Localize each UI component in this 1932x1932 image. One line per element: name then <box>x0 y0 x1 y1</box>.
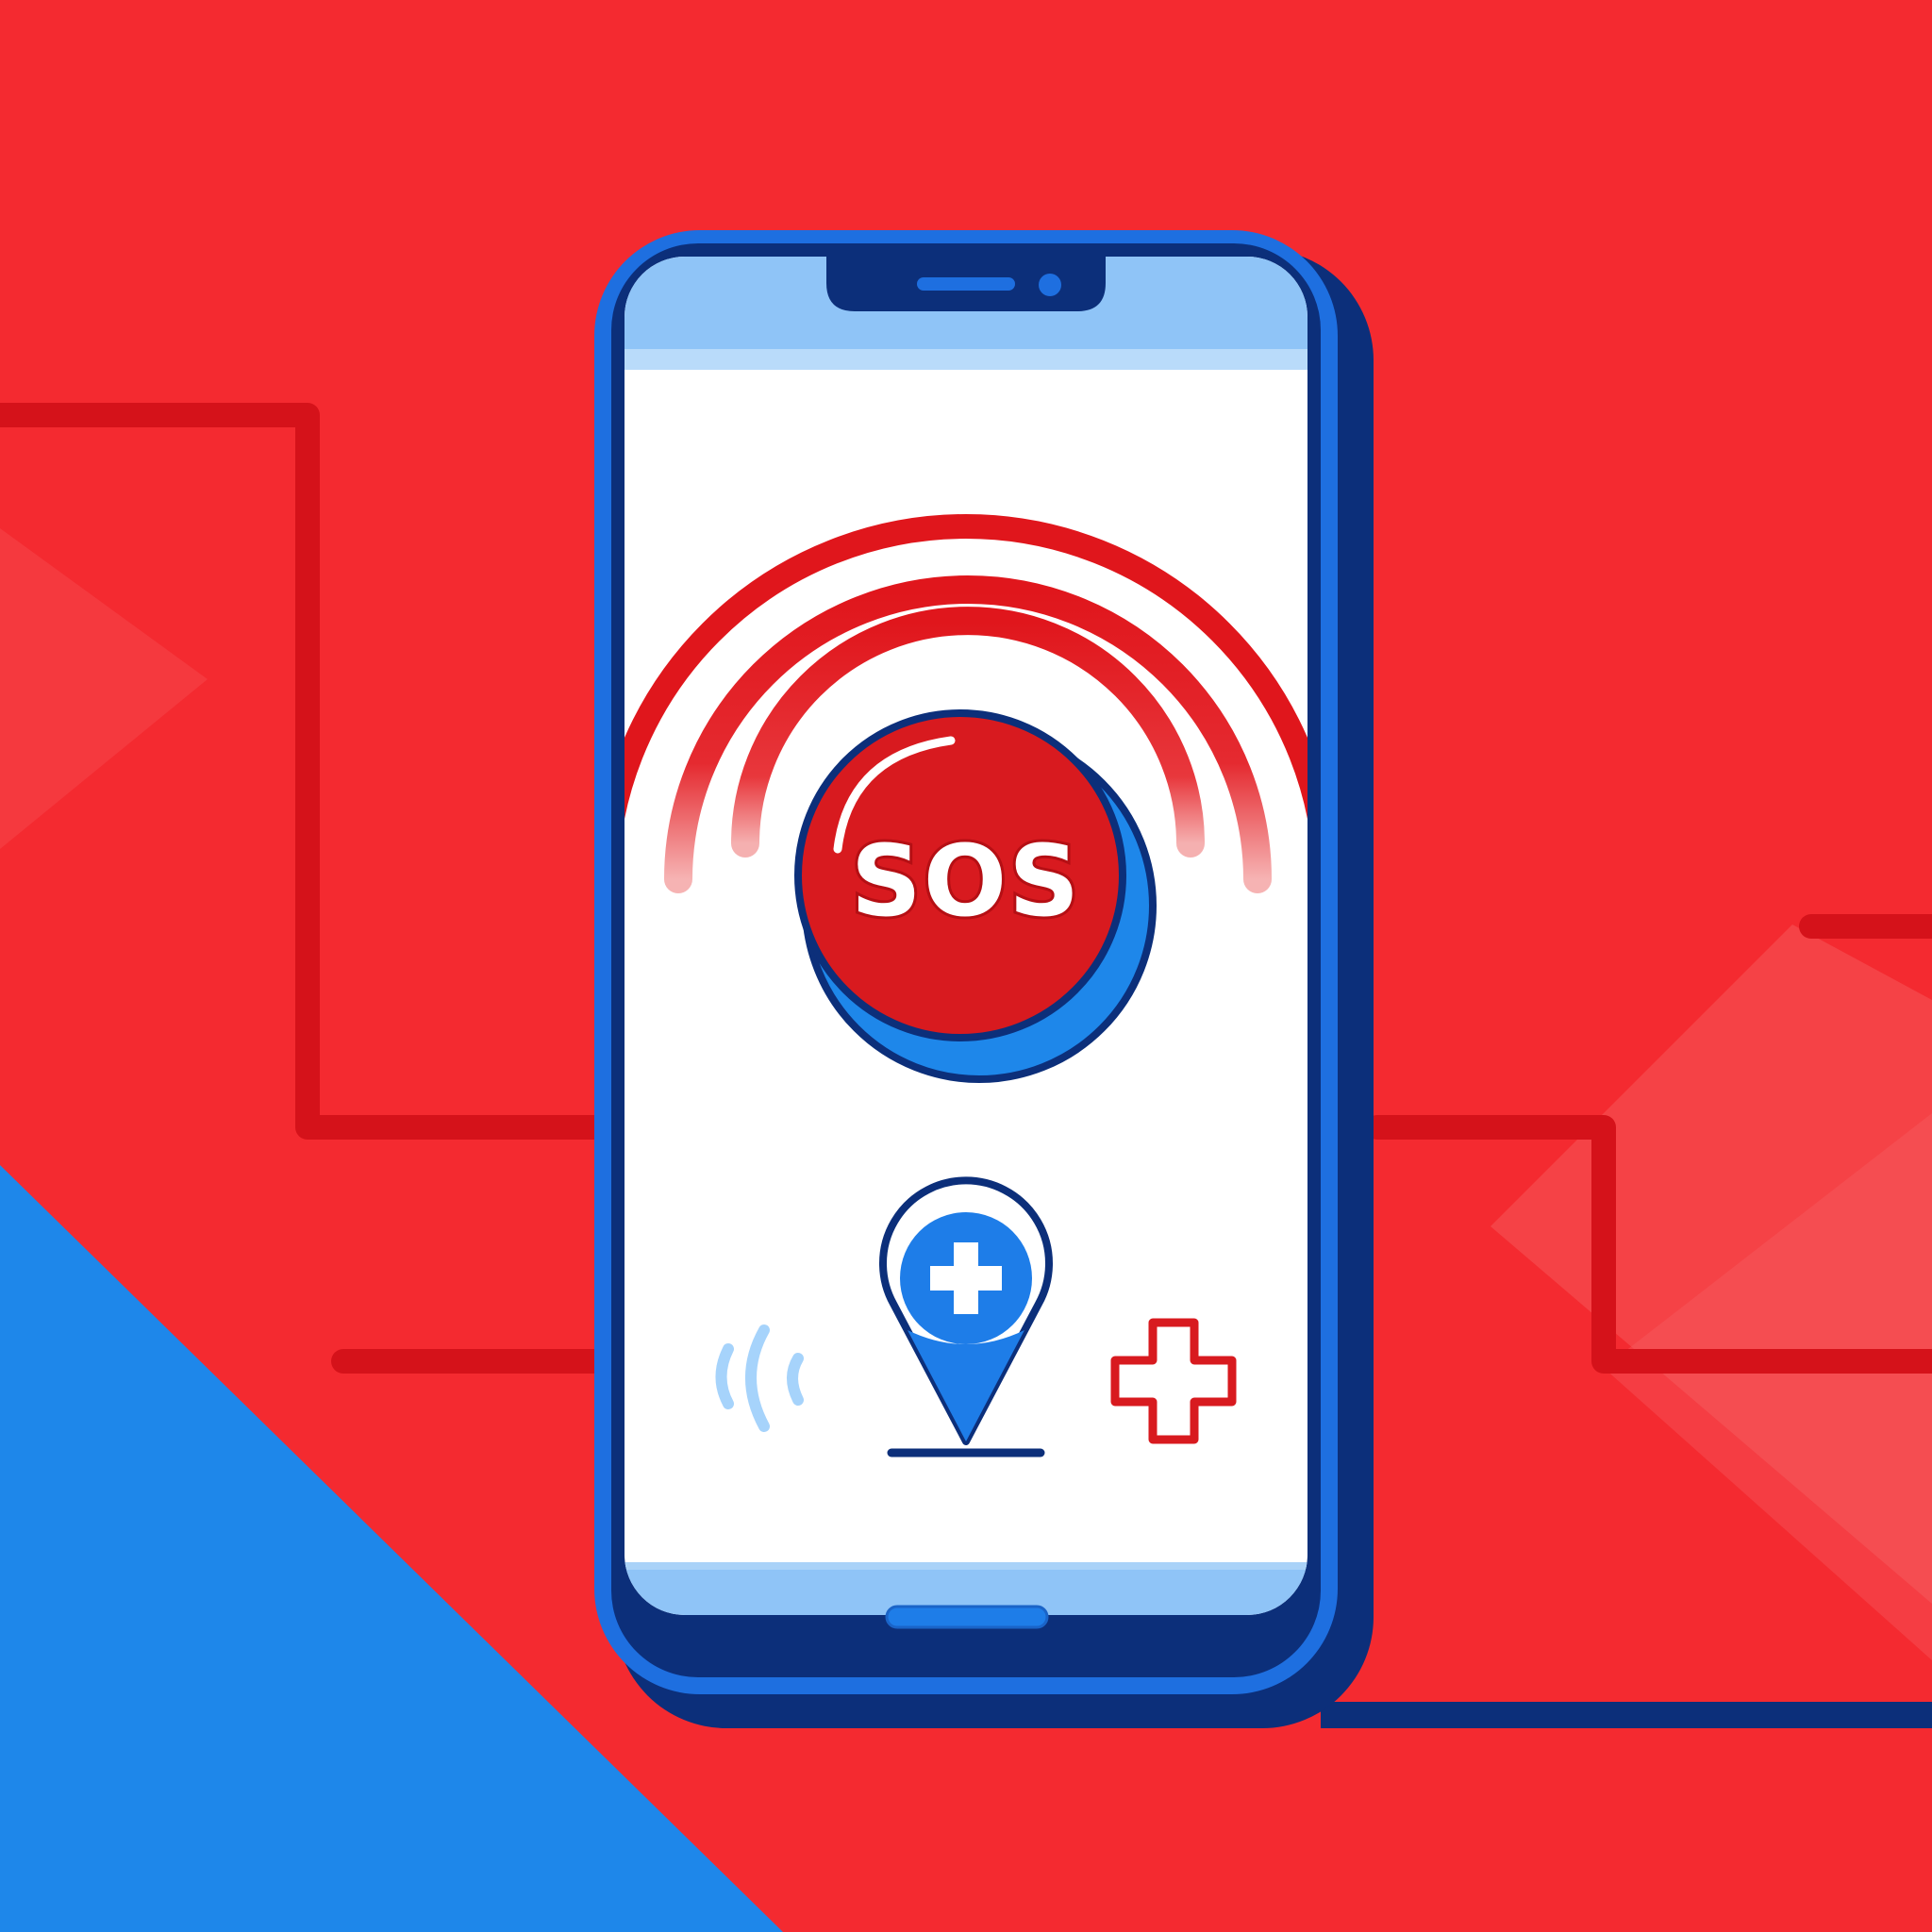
front-camera <box>1039 274 1061 296</box>
home-indicator[interactable] <box>885 1605 1049 1629</box>
emergency-sos-illustration: SOS <box>0 0 1932 1932</box>
speaker-grille <box>917 277 1015 291</box>
sos-label: SOS <box>851 824 1081 939</box>
